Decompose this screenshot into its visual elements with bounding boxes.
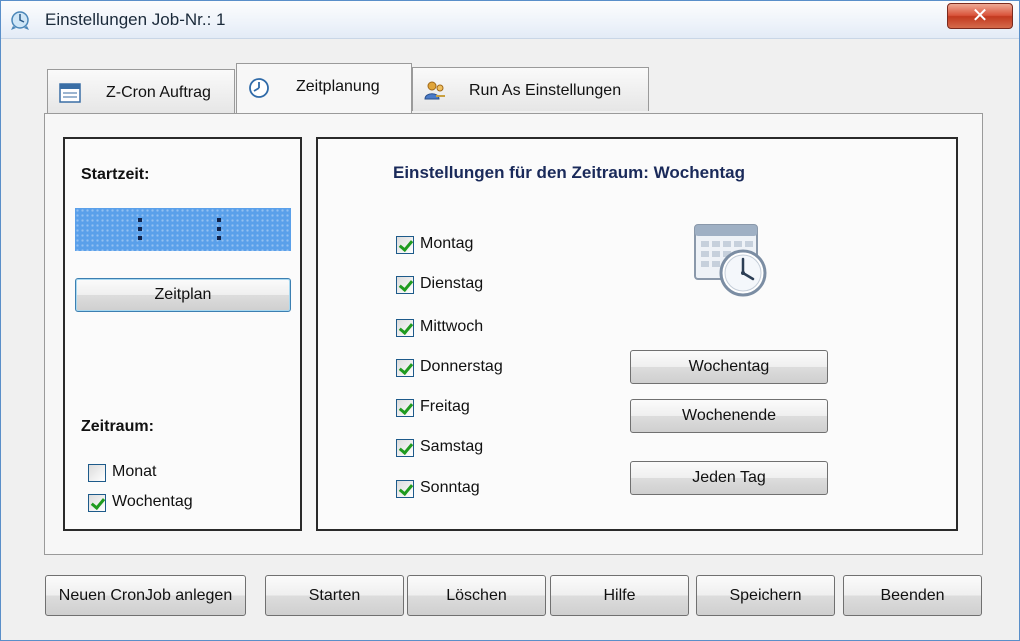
users-icon: [424, 81, 445, 100]
monat-label: Monat: [112, 463, 157, 480]
window-title: Einstellungen Job-Nr.: 1: [45, 10, 226, 29]
calendar-clock-icon: [694, 224, 767, 297]
sonntag-checkbox[interactable]: [396, 480, 414, 498]
wochentag-checkbox[interactable]: [88, 494, 106, 512]
sonntag-label: Sonntag: [420, 479, 480, 496]
new-cronjob-button[interactable]: Neuen CronJob anlegen: [45, 575, 246, 616]
start-button[interactable]: Starten: [265, 575, 404, 616]
mittwoch-label: Mittwoch: [420, 318, 484, 335]
tab-z-cron-auftrag[interactable]: Z-Cron Auftrag: [47, 69, 235, 113]
close-button[interactable]: ✕: [947, 3, 1013, 29]
quit-button[interactable]: Beenden: [843, 575, 982, 616]
start-time-display[interactable]: [75, 208, 291, 251]
save-button[interactable]: Speichern: [696, 575, 835, 616]
time-colon-dot: [217, 227, 221, 231]
wochentag-label: Wochentag: [112, 493, 193, 510]
startzeit-label: Startzeit:: [81, 166, 150, 183]
period-heading: Einstellungen für den Zeitraum: Wochenta…: [393, 163, 745, 182]
wochentag-button[interactable]: Wochentag: [630, 350, 828, 384]
monat-checkbox[interactable]: [88, 464, 106, 482]
montag-label: Montag: [420, 235, 474, 252]
zeitraum-label: Zeitraum:: [81, 418, 154, 435]
clock-icon: [249, 78, 269, 98]
window-icon: [59, 83, 81, 103]
freitag-checkbox[interactable]: [396, 399, 414, 417]
tab-label: Z-Cron Auftrag: [106, 84, 211, 101]
help-button[interactable]: Hilfe: [550, 575, 689, 616]
samstag-label: Samstag: [420, 438, 484, 455]
zeitplan-button[interactable]: Zeitplan: [75, 278, 291, 312]
wochenende-button[interactable]: Wochenende: [630, 399, 828, 433]
settings-window: Einstellungen Job-Nr.: 1 ✕ Z-Cron Auftra…: [0, 0, 1020, 641]
mittwoch-checkbox[interactable]: [396, 319, 414, 337]
time-colon-dot: [138, 236, 142, 240]
close-icon: ✕: [971, 5, 989, 27]
app-icon: [11, 11, 29, 30]
donnerstag-label: Donnerstag: [420, 358, 503, 375]
title-bar[interactable]: Einstellungen Job-Nr.: 1 ✕: [1, 1, 1019, 39]
tab-zeitplanung[interactable]: Zeitplanung: [236, 63, 412, 113]
delete-button[interactable]: Löschen: [407, 575, 546, 616]
montag-checkbox[interactable]: [396, 236, 414, 254]
tab-run-as-einstellungen[interactable]: Run As Einstellungen: [412, 67, 649, 111]
freitag-label: Freitag: [420, 398, 470, 415]
jeden-tag-button[interactable]: Jeden Tag: [630, 461, 828, 495]
dienstag-label: Dienstag: [420, 275, 484, 292]
time-colon-dot: [138, 218, 142, 222]
time-colon-dot: [217, 236, 221, 240]
samstag-checkbox[interactable]: [396, 439, 414, 457]
time-colon-dot: [138, 227, 142, 231]
donnerstag-checkbox[interactable]: [396, 359, 414, 377]
dienstag-checkbox[interactable]: [396, 276, 414, 294]
tab-label: Zeitplanung: [296, 78, 380, 95]
tab-label: Run As Einstellungen: [469, 82, 622, 99]
time-colon-dot: [217, 218, 221, 222]
